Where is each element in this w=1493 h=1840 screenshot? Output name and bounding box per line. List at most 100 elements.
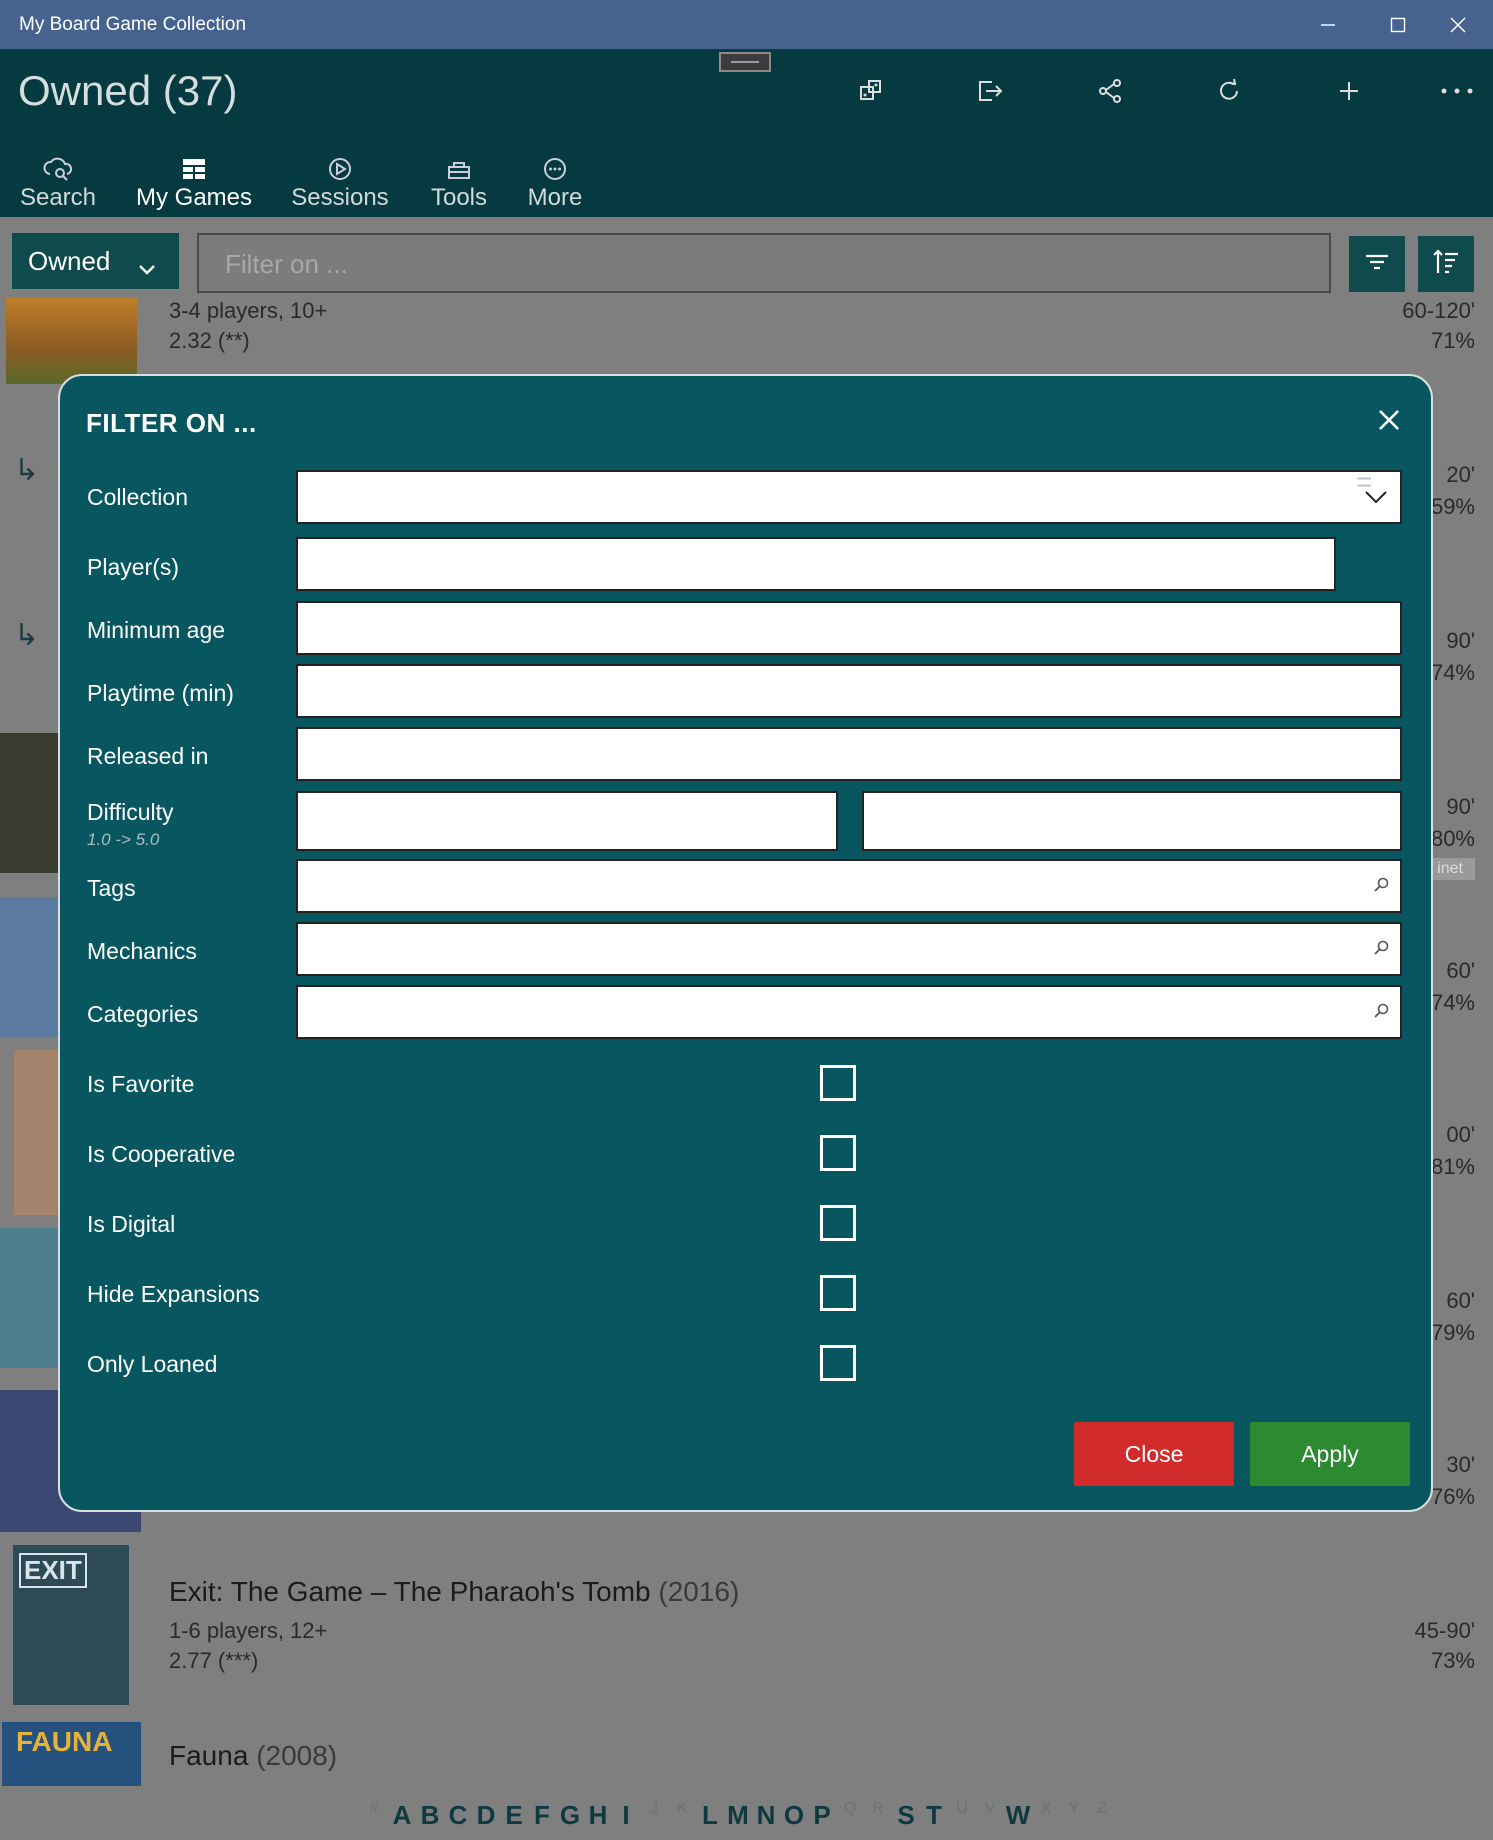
filter-button[interactable] xyxy=(1349,236,1405,292)
released-label: Released in xyxy=(87,743,209,769)
alphabet-letter[interactable]: O xyxy=(780,1800,808,1831)
game-thumbnail xyxy=(0,1228,60,1368)
alphabet-letter[interactable]: S xyxy=(892,1800,920,1831)
alphabet-letter[interactable]: L xyxy=(696,1800,724,1831)
close-window-button[interactable] xyxy=(1423,0,1493,49)
alphabet-letter[interactable]: F xyxy=(528,1800,556,1831)
alphabet-letter[interactable]: I xyxy=(612,1800,640,1831)
alphabet-letter[interactable]: E xyxy=(500,1800,528,1831)
random-dice-icon[interactable] xyxy=(843,71,899,111)
favorite-checkbox[interactable] xyxy=(820,1065,856,1101)
games-grid-icon xyxy=(136,154,252,184)
game-time: 20' xyxy=(1446,462,1475,487)
range-separator: - xyxy=(844,702,851,724)
game-thumbnail xyxy=(0,733,60,873)
alphabet-letter[interactable]: N xyxy=(752,1800,780,1831)
exit-logo: EXIT xyxy=(19,1553,87,1588)
game-time: 00' xyxy=(1446,1122,1475,1147)
tab-sessions-label: Sessions xyxy=(291,184,389,211)
export-icon[interactable] xyxy=(962,71,1018,111)
hide-expansions-label: Hide Expansions xyxy=(87,1281,260,1307)
drag-handle[interactable] xyxy=(719,52,771,72)
sort-icon xyxy=(1431,248,1461,281)
filter-input[interactable]: Filter on ... xyxy=(197,233,1331,293)
tab-more[interactable]: More xyxy=(523,154,587,214)
game-percent: 71% xyxy=(1430,328,1475,353)
game-players: 3-4 players, 10+ xyxy=(169,298,328,323)
tab-tools[interactable]: Tools xyxy=(425,154,493,214)
min-age-label: Minimum age xyxy=(87,617,226,643)
alphabet-letter: R xyxy=(872,1800,884,1817)
apply-button[interactable]: Apply xyxy=(1250,1422,1410,1486)
tab-sessions[interactable]: Sessions xyxy=(290,154,390,214)
game-title[interactable]: Fauna (2008) xyxy=(169,1740,337,1772)
search-icon[interactable] xyxy=(1374,1003,1390,1024)
game-thumbnail xyxy=(0,897,60,1037)
game-thumbnail: FAUNA xyxy=(2,1722,141,1786)
alphabet-letter[interactable]: M xyxy=(724,1800,752,1831)
categories-input[interactable] xyxy=(296,985,1402,1039)
game-time: 45-90' xyxy=(1414,1618,1475,1643)
digital-checkbox[interactable] xyxy=(820,1205,856,1241)
players-input[interactable] xyxy=(296,537,1336,591)
sort-button[interactable] xyxy=(1418,236,1474,292)
alphabet-letter[interactable]: B xyxy=(416,1800,444,1831)
toolbox-icon xyxy=(425,154,493,184)
difficulty-label: Difficulty xyxy=(87,799,174,825)
difficulty-min-input[interactable] xyxy=(296,791,838,851)
players-operator[interactable]: = xyxy=(1356,466,1372,498)
cooperative-checkbox[interactable] xyxy=(820,1135,856,1171)
difficulty-hint: 1.0 -> 5.0 xyxy=(87,830,160,849)
game-percent: 59% xyxy=(1430,494,1475,519)
dialog-close-icon[interactable] xyxy=(1369,400,1409,440)
tab-search[interactable]: Search xyxy=(18,154,98,214)
tags-input[interactable] xyxy=(296,859,1402,913)
game-percent: 74% xyxy=(1430,660,1475,685)
game-percent: 74% xyxy=(1430,990,1475,1015)
game-percent: 80% xyxy=(1430,826,1475,851)
app-header: Owned (37) Search My Games Sessions Tool… xyxy=(0,49,1493,217)
close-button[interactable]: Close xyxy=(1074,1422,1234,1486)
difficulty-max-input[interactable] xyxy=(862,791,1402,851)
refresh-icon[interactable] xyxy=(1201,71,1257,111)
alphabet-jump-bar: # A B C D E F G H I J K L M N O P Q R S T U V W X Y Z xyxy=(360,1800,1116,1831)
only-loaned-checkbox[interactable] xyxy=(820,1345,856,1381)
alphabet-letter[interactable]: C xyxy=(444,1800,472,1831)
released-input[interactable] xyxy=(296,727,1402,781)
alphabet-letter[interactable]: T xyxy=(920,1800,948,1831)
more-circle-icon xyxy=(523,154,587,184)
expansion-arrow-icon: ↳ xyxy=(14,454,40,487)
search-cloud-icon xyxy=(18,154,98,184)
filter-dialog: FILTER ON ... Collection Player(s) = Min… xyxy=(58,374,1433,1512)
game-thumbnail: EXIT xyxy=(13,1545,129,1705)
page-title: Owned (37) xyxy=(18,67,238,114)
tab-my-games[interactable]: My Games xyxy=(136,154,252,214)
mechanics-input[interactable] xyxy=(296,922,1402,976)
game-players: 1-6 players, 12+ xyxy=(169,1618,328,1643)
game-time: 30' xyxy=(1446,1452,1475,1477)
playtime-label: Playtime (min) xyxy=(87,680,234,706)
share-icon[interactable] xyxy=(1082,71,1138,111)
alphabet-letter[interactable]: A xyxy=(388,1800,416,1831)
alphabet-letter[interactable]: H xyxy=(584,1800,612,1831)
game-title[interactable]: Exit: The Game – The Pharaoh's Tomb (201… xyxy=(169,1576,739,1608)
alphabet-letter[interactable]: D xyxy=(472,1800,500,1831)
alphabet-letter[interactable]: G xyxy=(556,1800,584,1831)
tab-search-label: Search xyxy=(19,184,97,211)
min-age-input[interactable] xyxy=(296,601,1402,655)
game-rating: 2.77 (***) xyxy=(169,1648,259,1673)
search-icon[interactable] xyxy=(1374,877,1390,898)
alphabet-letter: X xyxy=(1040,1800,1052,1817)
collection-dropdown[interactable]: Owned xyxy=(12,233,179,289)
add-icon[interactable] xyxy=(1321,71,1377,111)
alphabet-letter[interactable]: P xyxy=(808,1800,836,1831)
collection-select[interactable] xyxy=(296,470,1402,524)
alphabet-letter[interactable]: W xyxy=(1004,1800,1032,1831)
minimize-button[interactable] xyxy=(1293,0,1363,49)
alphabet-letter: # xyxy=(369,1800,379,1817)
search-icon[interactable] xyxy=(1374,940,1390,961)
game-percent: 79% xyxy=(1430,1320,1475,1345)
game-year: (2008) xyxy=(256,1740,338,1771)
hide-expansions-checkbox[interactable] xyxy=(820,1275,856,1311)
more-options-icon[interactable] xyxy=(1429,71,1485,111)
